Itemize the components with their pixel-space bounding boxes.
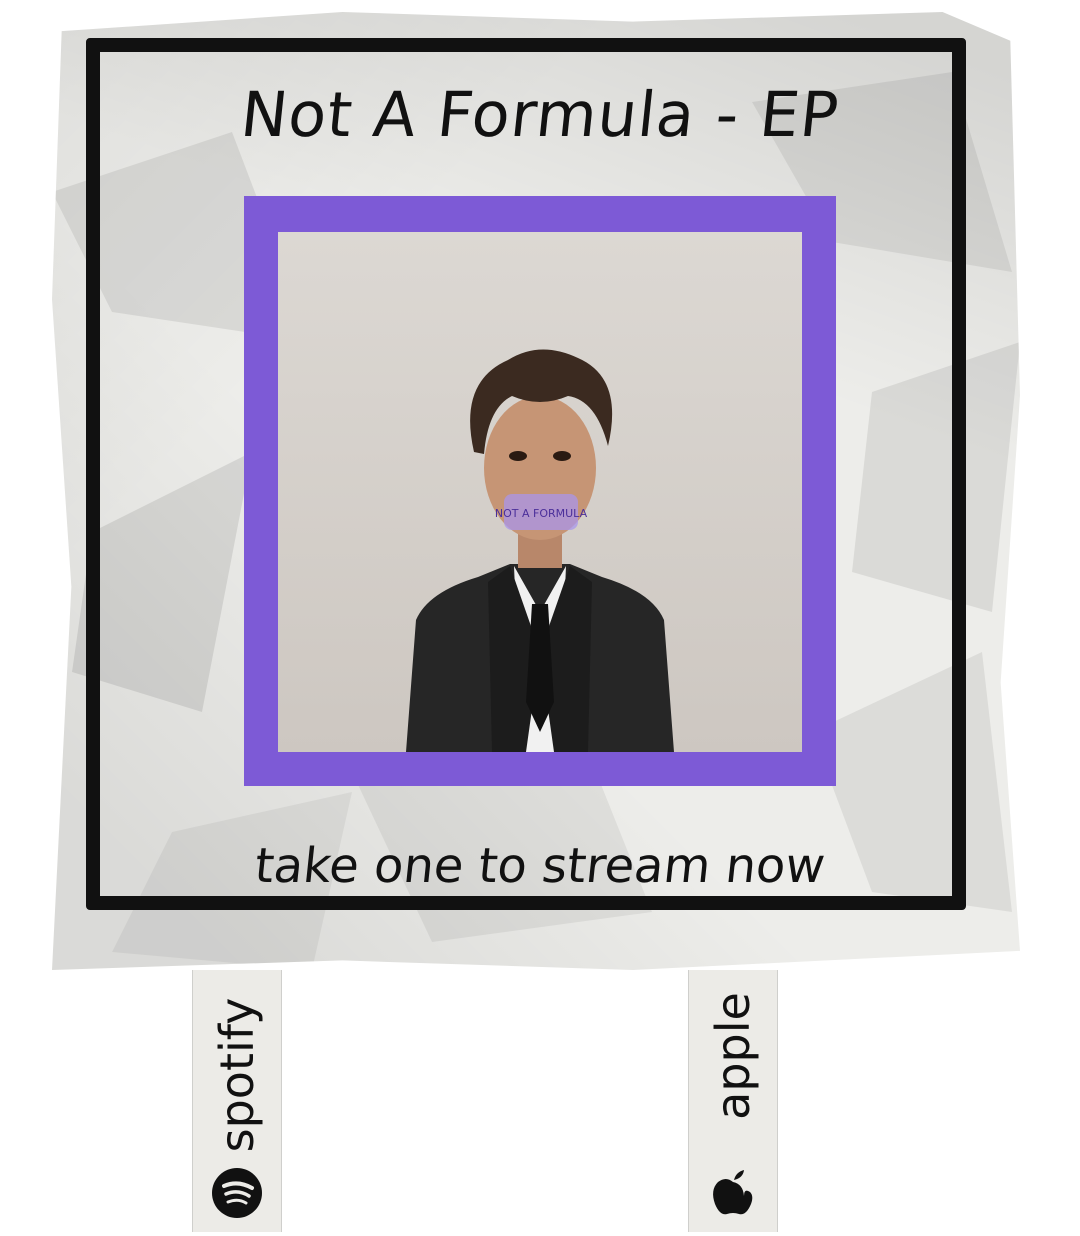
album-cover: NOT A FORMULA: [244, 196, 836, 786]
flyer-stage: Not A Formula - EP NOT A FORMULA take on…: [0, 0, 1080, 1236]
spotify-icon: [212, 1168, 262, 1218]
portrait-illustration: NOT A FORMULA: [278, 232, 802, 752]
stream-caption: take one to stream now: [252, 838, 828, 894]
apple-label: apple: [706, 992, 760, 1121]
ep-title: Not A Formula - EP: [237, 78, 843, 151]
cover-photo: NOT A FORMULA: [278, 232, 802, 752]
apple-icon: [713, 1170, 753, 1215]
tear-tab-spotify[interactable]: spotify: [192, 970, 282, 1232]
spotify-label: spotify: [210, 997, 264, 1153]
cover-mouth-text: NOT A FORMULA: [495, 507, 588, 520]
tear-tab-apple[interactable]: apple: [688, 970, 778, 1232]
